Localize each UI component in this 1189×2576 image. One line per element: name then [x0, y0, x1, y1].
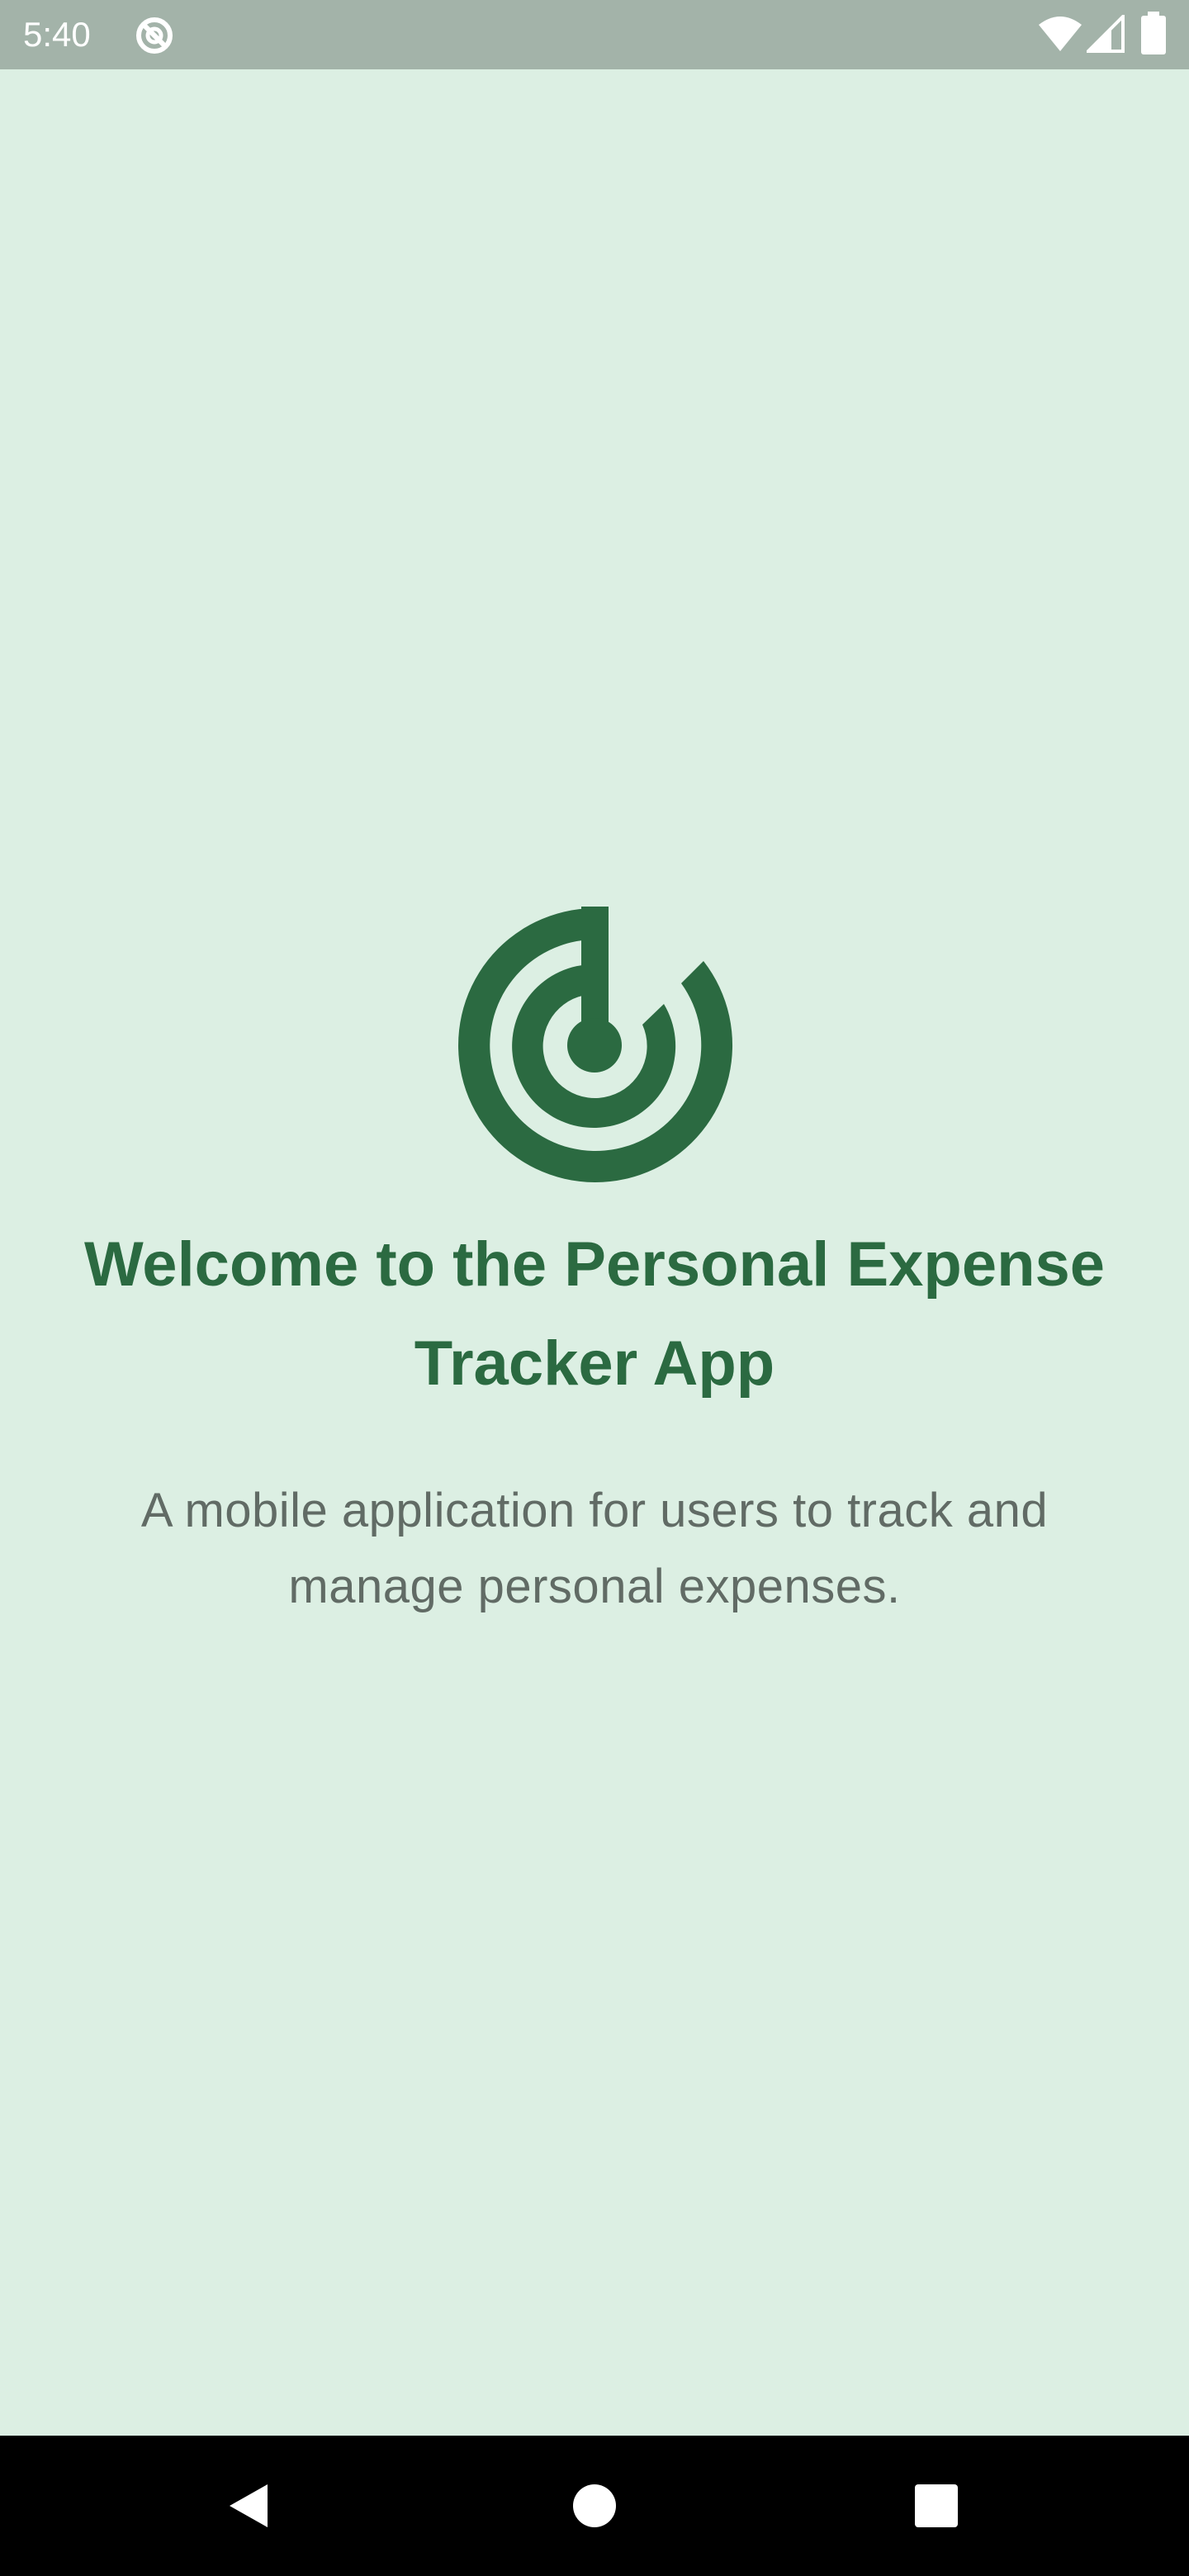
recents-button[interactable]	[870, 2436, 1002, 2576]
system-nav-bar	[0, 2436, 1189, 2576]
wifi-icon	[1039, 17, 1082, 51]
home-icon	[573, 2484, 616, 2527]
back-icon	[230, 2484, 268, 2527]
target-power-logo-icon	[458, 907, 733, 1182]
recents-icon	[915, 2484, 958, 2527]
back-button[interactable]	[183, 2436, 315, 2576]
do-not-disturb-icon	[136, 17, 173, 54]
welcome-description: A mobile application for users to track …	[140, 1484, 1049, 1613]
cell-signal-icon	[1087, 15, 1125, 53]
status-bar: 5:40	[0, 0, 1189, 69]
battery-icon	[1141, 12, 1166, 54]
status-time: 5:40	[23, 15, 91, 54]
home-button[interactable]	[528, 2436, 661, 2576]
welcome-title: Welcome to the Personal Expense Tracker …	[83, 1229, 1106, 1399]
